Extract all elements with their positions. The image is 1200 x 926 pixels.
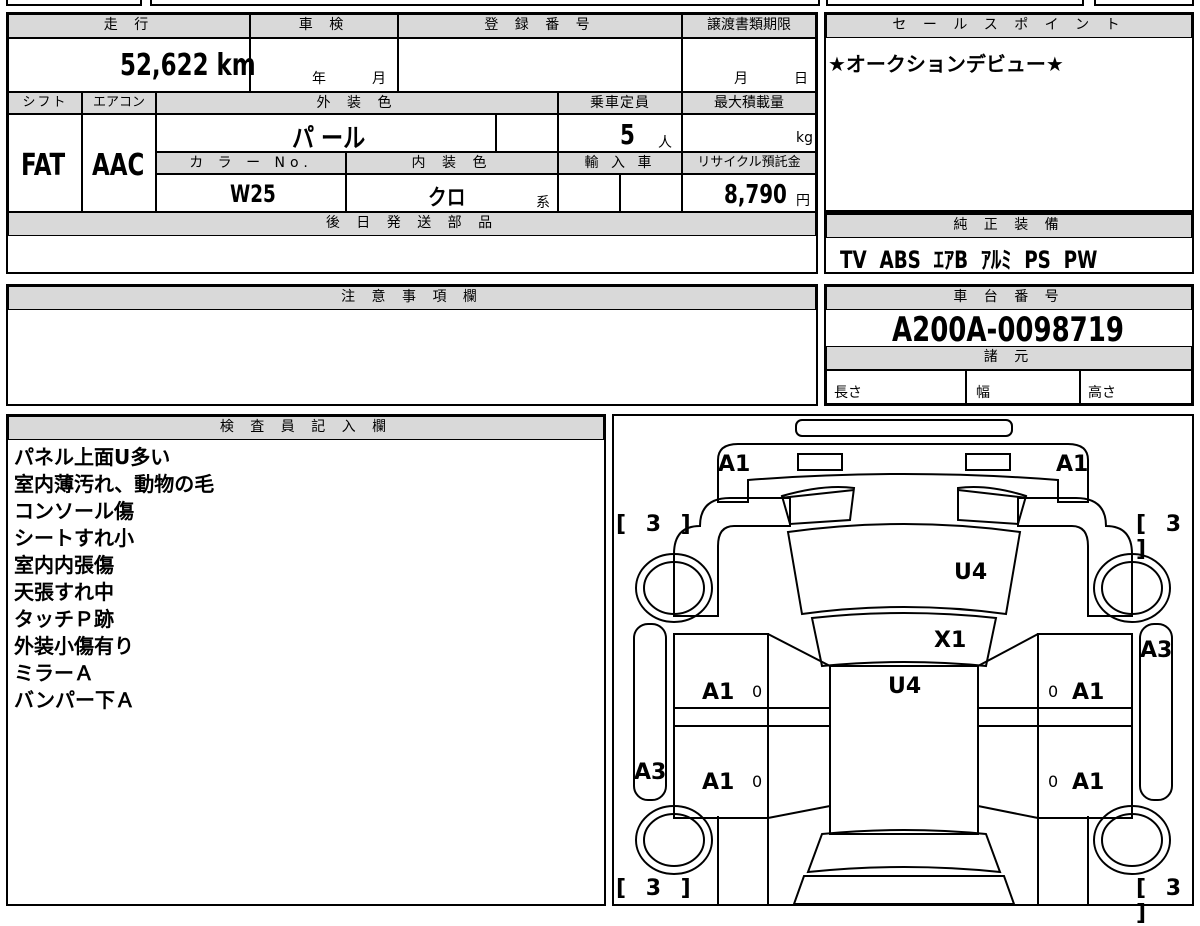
damage-label-windshield: U4: [954, 560, 988, 585]
length-label: 長さ: [834, 385, 862, 401]
top-strip-fragment: [150, 0, 820, 6]
registration-cell: [398, 38, 682, 92]
recycle-fee-header: リサイクル預託金: [682, 152, 816, 174]
damage-label-roof: U4: [888, 674, 922, 699]
inspector-note: バンパー下Ａ: [14, 688, 135, 712]
shift-value: FAT: [21, 148, 66, 183]
exterior-color-header: 外 装 色: [156, 92, 558, 114]
inspector-note: シートすれ小: [14, 526, 134, 550]
mileage-header: 走 行: [8, 14, 250, 38]
mileage-value: 52,622 km: [120, 48, 256, 83]
shift-header: シフト: [8, 92, 82, 114]
transfer-day-label: 日: [794, 71, 808, 87]
top-strip-fragment: [6, 0, 142, 6]
damage-label-rear-door-right: A1: [1072, 770, 1105, 795]
zero-mark: 0: [752, 772, 763, 791]
inspector-note: 外装小傷有り: [14, 634, 134, 658]
caution-header: 注 意 事 項 欄: [8, 286, 816, 310]
capacity-header: 乗車定員: [558, 92, 682, 114]
registration-header: 登 録 番 号: [398, 14, 682, 38]
caution-box: 注 意 事 項 欄: [6, 284, 818, 406]
exterior-sub-cell: [496, 114, 558, 152]
equipment-text: TV ABS ｴｱB ｱﾙﾐ PS PW: [840, 246, 1098, 274]
capacity-value: 5: [620, 118, 635, 151]
color-no-header: カ ラ ー No.: [156, 152, 346, 174]
inspector-note: タッチＰ跡: [14, 607, 114, 631]
damage-label-front-door-left: A1: [702, 680, 735, 705]
vehicle-diagram: [633, 419, 1173, 904]
bracket-bottom-right: [ 3 ]: [1136, 876, 1188, 926]
transfer-deadline-header: 譲渡書類期限: [682, 14, 816, 38]
inspector-header: 検 査 員 記 入 欄: [8, 416, 604, 440]
import-cell-1: [558, 174, 620, 212]
sales-point-header: セ ー ル ス ポ イ ン ト: [826, 14, 1192, 38]
sales-point-box: セ ー ル ス ポ イ ン ト ★オークションデビュー★: [824, 12, 1194, 212]
transfer-month-label: 月: [734, 71, 748, 87]
equipment-header: 純 正 装 備: [826, 214, 1192, 238]
damage-label-front-door-right: A1: [1072, 680, 1105, 705]
sales-point-text: ★オークションデビュー★: [828, 52, 1064, 76]
zero-mark: 0: [1048, 772, 1059, 791]
bracket-bottom-left: [ 3 ]: [616, 876, 697, 901]
damage-label-rear-door-left: A1: [702, 770, 735, 795]
inspector-box: 検 査 員 記 入 欄 パネル上面U多い 室内薄汚れ、動物の毛 コンソール傷 シ…: [6, 414, 606, 906]
zero-mark: 0: [752, 682, 763, 701]
inspector-note: 室内薄汚れ、動物の毛: [14, 472, 215, 496]
max-load-unit: kg: [796, 130, 813, 146]
damage-label-left-side: A3: [634, 760, 667, 785]
inspection-header: 車 検: [250, 14, 398, 38]
exterior-color-value: パ ール: [292, 124, 366, 154]
equipment-box: 純 正 装 備 TV ABS ｴｱB ｱﾙﾐ PS PW: [824, 212, 1194, 274]
inspector-note: 天張すれ中: [14, 580, 114, 604]
top-strip-fragment: [826, 0, 1084, 6]
chassis-number: A200A-0098719: [892, 310, 1124, 350]
interior-color-value: クロ: [428, 186, 466, 211]
max-load-header: 最大積載量: [682, 92, 816, 114]
interior-color-header: 内 装 色: [346, 152, 558, 174]
import-cell-2: [620, 174, 682, 212]
spec-table: 走 行 車 検 登 録 番 号 譲渡書類期限 52,622 km 年 月 月 日…: [6, 12, 818, 274]
damage-label-right-side: A3: [1140, 638, 1173, 663]
height-label: 高さ: [1088, 385, 1116, 401]
bracket-top-right: [ 3 ]: [1136, 512, 1188, 562]
bracket-top-left: [ 3 ]: [616, 512, 697, 537]
capacity-unit: 人: [658, 135, 672, 151]
spec-header: 諸 元: [826, 346, 1192, 370]
inspector-notes: パネル上面U多い 室内薄汚れ、動物の毛 コンソール傷 シートすれ小 室内内張傷 …: [14, 444, 214, 714]
aircon-header: エアコン: [82, 92, 156, 114]
inspector-note: パネル上面U多い: [14, 445, 171, 469]
width-label: 幅: [976, 385, 990, 401]
damage-label-front-right: A1: [1056, 452, 1089, 477]
color-no-value: W25: [230, 180, 276, 208]
later-parts-header: 後 日 発 送 部 品: [8, 212, 816, 236]
inspector-note: ミラーＡ: [14, 661, 94, 685]
top-strip-fragment: [1094, 0, 1194, 6]
inspection-month-label: 月: [372, 71, 386, 87]
chassis-box: 車 台 番 号 A200A-0098719 諸 元 長さ 幅 高さ: [824, 284, 1194, 406]
inspection-year-label: 年: [312, 71, 326, 87]
chassis-header: 車 台 番 号: [826, 286, 1192, 310]
vehicle-diagram-box: A1 A1 U4 X1 U4 A1 A1 A1 A1 A3 A3 0 0 0 0…: [612, 414, 1194, 926]
recycle-fee-value: 8,790: [724, 180, 787, 210]
inspector-note: 室内内張傷: [14, 553, 114, 577]
recycle-fee-unit: 円: [796, 193, 810, 209]
zero-mark: 0: [1048, 682, 1059, 701]
damage-label-front-left: A1: [718, 452, 751, 477]
damage-label-roof-front: X1: [934, 628, 967, 653]
interior-color-suffix: 系: [536, 195, 550, 211]
inspector-note: コンソール傷: [14, 499, 134, 523]
import-header: 輸 入 車: [558, 152, 682, 174]
aircon-value: AAC: [92, 148, 145, 183]
